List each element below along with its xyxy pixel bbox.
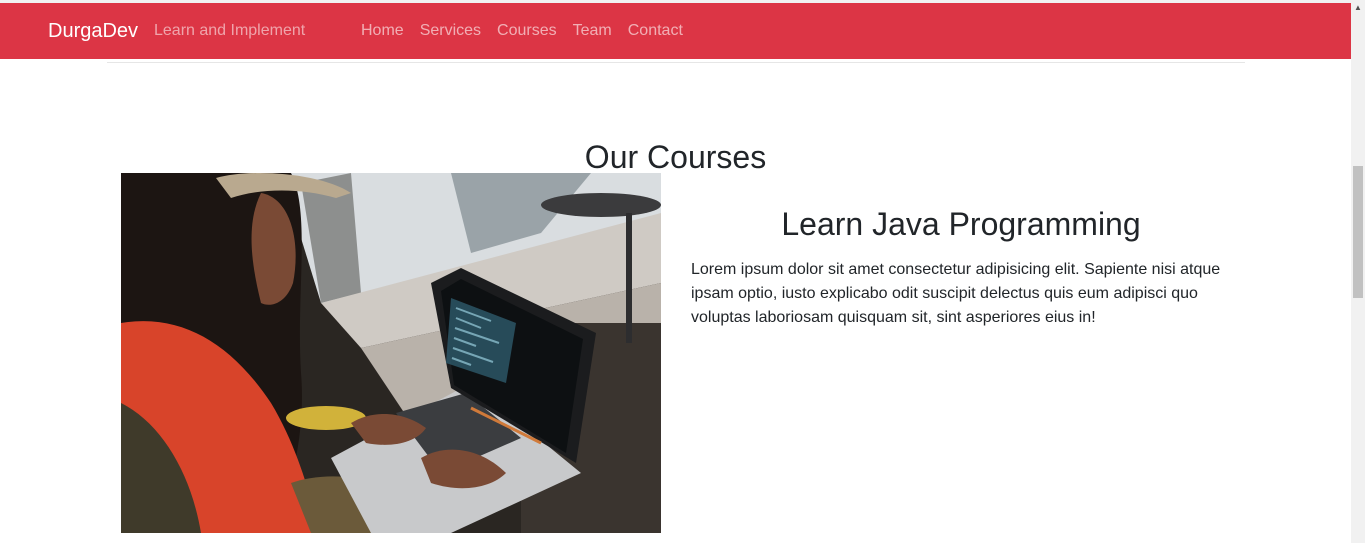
brand-tagline: Learn and Implement bbox=[154, 22, 306, 39]
nav-link-services[interactable]: Services bbox=[420, 21, 481, 41]
scrollbar-thumb[interactable] bbox=[1353, 166, 1363, 298]
nav-links: Home Services Courses Team Contact bbox=[361, 21, 699, 41]
nav-link-home[interactable]: Home bbox=[361, 21, 404, 41]
course-image bbox=[121, 173, 661, 533]
section-title: Our Courses bbox=[584, 138, 767, 175]
brand-link[interactable]: DurgaDev bbox=[48, 19, 138, 43]
vertical-scrollbar[interactable]: ▲ bbox=[1351, 0, 1365, 543]
course-title: Learn Java Programming bbox=[781, 206, 1141, 242]
nav-link-contact[interactable]: Contact bbox=[628, 21, 683, 41]
divider bbox=[107, 62, 1245, 63]
navbar: DurgaDev Learn and Implement Home Servic… bbox=[0, 3, 1351, 59]
scroll-up-arrow-icon[interactable]: ▲ bbox=[1351, 0, 1365, 16]
nav-link-team[interactable]: Team bbox=[573, 21, 612, 41]
nav-link-courses[interactable]: Courses bbox=[497, 21, 557, 41]
course-description: Lorem ipsum dolor sit amet consectetur a… bbox=[691, 261, 1221, 326]
